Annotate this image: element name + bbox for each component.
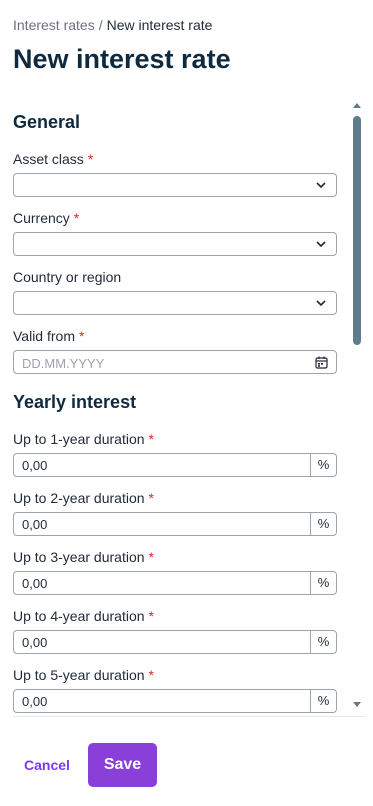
valid-from-label-text: Valid from (13, 328, 75, 344)
duration-label-text: Up to 2-year duration (13, 490, 145, 506)
duration-label: Up to 4-year duration * (13, 607, 337, 625)
page-title: New interest rate (13, 44, 231, 74)
scroll-down-arrow-icon[interactable] (353, 702, 361, 708)
duration-1-input[interactable] (14, 454, 310, 476)
breadcrumb-separator: / (98, 17, 103, 33)
asset-class-select[interactable] (13, 173, 337, 197)
duration-2-input[interactable] (14, 513, 310, 535)
required-marker: * (148, 431, 154, 447)
percent-unit: % (310, 454, 336, 476)
duration-field-4: Up to 4-year duration* % (13, 607, 337, 654)
duration-label: Up to 5-year duration * (13, 666, 337, 684)
chevron-down-icon (316, 241, 326, 248)
asset-class-label: Asset class * (13, 150, 337, 168)
required-marker: * (78, 328, 85, 344)
required-marker: * (148, 549, 154, 565)
duration-label: Up to 1-year duration * (13, 430, 337, 448)
percent-input-group: % (13, 512, 337, 536)
country-field: Country or region (13, 268, 337, 315)
currency-label: Currency * (13, 209, 337, 227)
country-select[interactable] (13, 291, 337, 315)
breadcrumb: Interest rates / New interest rate (13, 17, 212, 33)
duration-4-input[interactable] (14, 631, 310, 653)
duration-label: Up to 2-year duration * (13, 489, 337, 507)
required-marker: * (148, 608, 154, 624)
percent-unit: % (310, 631, 336, 653)
percent-input-group: % (13, 630, 337, 654)
required-marker: * (73, 210, 80, 226)
scrollbar-thumb[interactable] (353, 116, 361, 345)
save-button[interactable]: Save (88, 743, 157, 787)
currency-select[interactable] (13, 232, 337, 256)
duration-3-input[interactable] (14, 572, 310, 594)
asset-class-label-text: Asset class (13, 151, 84, 167)
percent-input-group: % (13, 453, 337, 477)
section-title-general: General (13, 112, 81, 132)
breadcrumb-current: New interest rate (106, 17, 213, 33)
country-label: Country or region (13, 269, 122, 285)
percent-unit: % (310, 572, 336, 594)
scroll-up-arrow-icon[interactable] (353, 102, 361, 108)
duration-label-text: Up to 3-year duration (13, 549, 145, 565)
currency-field: Currency * (13, 209, 337, 256)
valid-from-label: Valid from * (13, 327, 337, 345)
duration-field-5: Up to 5-year duration* % (13, 666, 337, 713)
valid-from-date-input[interactable] (13, 350, 337, 374)
section-title-yearly-interest: Yearly interest (13, 392, 137, 412)
duration-field-3: Up to 3-year duration* % (13, 548, 337, 595)
footer-divider (13, 716, 366, 717)
required-marker: * (148, 490, 154, 506)
percent-input-group: % (13, 689, 337, 713)
required-marker: * (148, 667, 154, 683)
valid-from-input[interactable] (22, 355, 302, 371)
chevron-down-icon (316, 300, 326, 307)
percent-input-group: % (13, 571, 337, 595)
duration-label: Up to 3-year duration * (13, 548, 337, 566)
duration-field-2: Up to 2-year duration* % (13, 489, 337, 536)
form-scroll-area[interactable]: General Asset class * Currency * Country o… (0, 100, 366, 716)
duration-label-text: Up to 5-year duration (13, 667, 145, 683)
required-marker: * (87, 151, 94, 167)
calendar-icon[interactable] (315, 356, 328, 369)
valid-from-field: Valid from * (13, 327, 337, 374)
breadcrumb-parent-link[interactable]: Interest rates (13, 17, 95, 33)
chevron-down-icon (316, 182, 326, 189)
currency-label-text: Currency (13, 210, 70, 226)
duration-5-input[interactable] (14, 690, 310, 712)
percent-unit: % (310, 513, 336, 535)
percent-unit: % (310, 690, 336, 712)
cancel-button[interactable]: Cancel (13, 746, 81, 784)
duration-field-1: Up to 1-year duration* % (13, 430, 337, 477)
asset-class-field: Asset class * (13, 150, 337, 197)
duration-label-text: Up to 4-year duration (13, 608, 145, 624)
duration-label-text: Up to 1-year duration (13, 431, 145, 447)
